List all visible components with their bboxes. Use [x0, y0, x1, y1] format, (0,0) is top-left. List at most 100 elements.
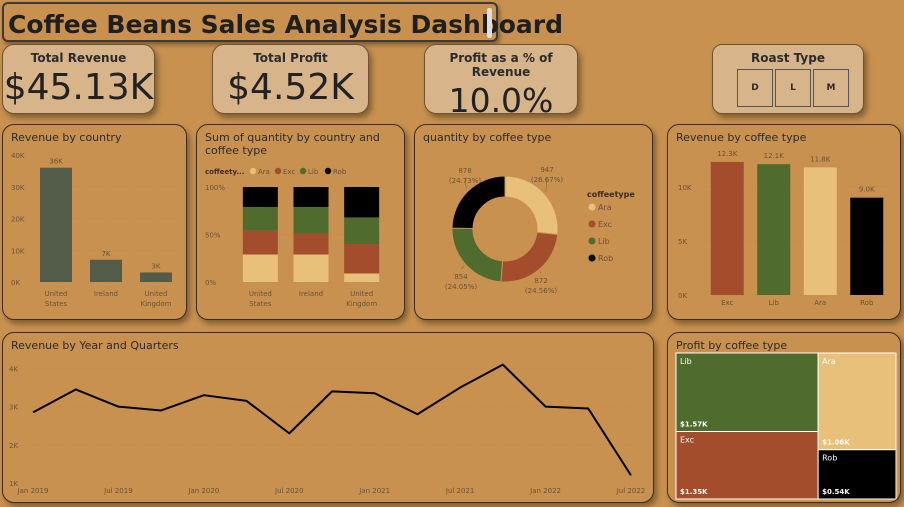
x-tick-label: States [249, 300, 272, 308]
kpi-value: 10.0% [448, 81, 554, 120]
x-tick-label: Ireland [299, 290, 323, 298]
series-line [32, 363, 632, 476]
data-label: 11.8K [810, 155, 831, 163]
y-tick-label: 20K [11, 216, 25, 224]
x-tick-label: United [145, 290, 168, 298]
kpi-label: Total Revenue [30, 51, 127, 65]
bar-segment [242, 254, 278, 282]
legend-marker [588, 254, 596, 262]
x-tick-label: Jul 2021 [445, 487, 475, 495]
y-tick-label: 10K [678, 184, 692, 192]
bar-segment [242, 187, 278, 207]
kpi-total-revenue: Total Revenue $45.13K [2, 44, 155, 114]
treemap-tile [817, 352, 897, 451]
bar-segment [293, 254, 329, 282]
legend-title: coffeetype [587, 190, 635, 199]
legend-label: Ara [258, 168, 270, 176]
legend-label: Exc [598, 220, 612, 229]
data-label-pct: (24.05%) [445, 283, 477, 291]
tile-name: Exc [680, 436, 694, 445]
kpi-label: Profit as a % of Revenue [449, 51, 553, 79]
text-cursor [487, 8, 492, 38]
quantity-country-type-panel: Sum of quantity by country and coffee ty… [196, 124, 405, 320]
revenue-year-quarters-chart: 1K2K3K4KJan 2019 Jul 2019 Jan 2020 Jul 2020… [9, 363, 645, 495]
legend-marker [588, 220, 596, 228]
legend-label: Ara [598, 203, 612, 212]
bar-segment [293, 187, 329, 207]
y-tick-label: 2K [9, 442, 18, 450]
y-tick-label: 0% [205, 279, 216, 287]
bar [850, 197, 884, 295]
kpi-profit-pct: Profit as a % of Revenue 10.0% [424, 44, 578, 120]
data-label-pct: (24.56%) [525, 287, 557, 295]
roast-option-m[interactable]: M [813, 69, 849, 107]
legend-marker [299, 167, 307, 175]
bar-segment [293, 233, 329, 255]
y-tick-label: 0K [678, 292, 687, 300]
bar [710, 161, 744, 295]
roast-type-label: Roast Type [751, 51, 825, 65]
x-tick-label: Kingdom [141, 300, 172, 308]
data-label: 12.1K [764, 152, 785, 160]
bar [40, 167, 72, 282]
bar [803, 167, 837, 295]
tile-name: Ara [822, 357, 836, 366]
bar-segment [344, 244, 380, 274]
x-tick-label: Jul 2020 [274, 487, 304, 495]
legend-marker [588, 237, 596, 245]
data-label: 12.3K [717, 150, 738, 158]
legend-label: Lib [308, 168, 319, 176]
x-tick-label: Lib [769, 299, 780, 307]
leader-line [539, 271, 542, 274]
data-label: 854 [454, 273, 468, 281]
data-label: 3K [151, 262, 160, 270]
y-tick-label: 100% [205, 184, 225, 192]
bar-segment [242, 230, 278, 255]
bar-segment [293, 206, 329, 234]
roast-type-slicer: Roast Type D L M [712, 44, 864, 114]
data-label: 9.0K [859, 186, 875, 194]
legend-marker [249, 167, 257, 175]
data-label: 878 [458, 167, 471, 175]
quantity-country-type-chart: coffeety... Ara Exc Lib Rob 0% 50% 100% United St… [205, 167, 387, 308]
x-tick-label: Jan 2020 [187, 487, 219, 495]
profit-coffee-type-chart: Lib $1.57K Exc $1.35K Ara $1.06K Rob $0.54K [675, 352, 897, 500]
y-tick-label: 30K [11, 184, 25, 192]
tile-name: Lib [680, 357, 692, 366]
dashboard-title-box: Coffee Beans Sales Analysis Dashboard [2, 2, 563, 42]
x-tick-label: Jul 2019 [103, 487, 133, 495]
y-tick-label: 5K [678, 238, 687, 246]
tile-name: Rob [822, 454, 837, 463]
legend-marker [324, 167, 332, 175]
bar [90, 259, 122, 282]
y-tick-label: 3K [9, 404, 18, 412]
data-label: 36K [49, 158, 63, 166]
x-tick-label: Jan 2021 [358, 487, 390, 495]
kpi-total-profit: Total Profit $4.52K [212, 44, 369, 114]
x-tick-label: Kingdom [346, 300, 377, 308]
legend-label: Rob [598, 254, 613, 263]
y-tick-label: 4K [9, 365, 18, 373]
data-label-pct: (26.67%) [531, 176, 563, 184]
bar-segment [344, 187, 380, 218]
x-tick-label: Jan 2022 [529, 487, 561, 495]
revenue-by-country-panel: Revenue by country 0K 10K 20K 30K 40K 36K Unit… [2, 124, 187, 320]
profit-coffee-type-panel: Profit by coffee type Lib $1.57K Exc $1.35K… [667, 332, 901, 503]
kpi-label: Total Profit [253, 51, 328, 65]
legend-marker [274, 167, 282, 175]
leader-line [460, 265, 465, 270]
roast-option-l[interactable]: L [775, 69, 811, 107]
legend-label: Rob [333, 168, 347, 176]
donut-slice [504, 175, 559, 236]
roast-option-d[interactable]: D [737, 69, 773, 107]
revenue-year-quarters-panel: Revenue by Year and Quarters 1K 2K 3K 4K Jan… [2, 332, 654, 503]
data-label: 947 [540, 166, 553, 174]
legend-title: coffeety... [205, 168, 244, 176]
x-tick-label: States [45, 300, 68, 308]
bar-segment [344, 217, 380, 244]
bar-segment [242, 206, 278, 231]
x-tick-label: Ireland [94, 290, 118, 298]
legend-marker [588, 203, 596, 211]
x-tick-label: Ara [814, 299, 826, 307]
legend-label: Lib [598, 237, 610, 246]
